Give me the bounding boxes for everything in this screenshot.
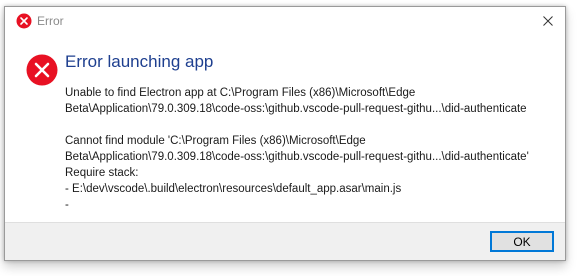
message-line: - xyxy=(65,199,69,211)
close-button[interactable] xyxy=(531,7,565,35)
title-bar[interactable]: Error xyxy=(5,7,565,35)
error-icon xyxy=(26,54,58,86)
message-line: Beta\Application\79.0.309.18\code-oss:\g… xyxy=(65,151,529,163)
close-icon xyxy=(543,16,553,26)
message-line: Unable to find Electron app at C:\Progra… xyxy=(65,87,416,99)
message-line: Cannot find module 'C:\Program Files (x8… xyxy=(65,135,366,147)
dialog-footer: OK xyxy=(5,222,565,260)
ok-button[interactable]: OK xyxy=(490,231,554,252)
message-line xyxy=(65,117,561,133)
message-line: - E:\dev\vscode\.build\electron\resource… xyxy=(65,183,402,195)
error-dialog-window: Error Error launching app Unable to find… xyxy=(4,6,566,261)
message-line: Require stack: xyxy=(65,167,139,179)
window-title: Error xyxy=(37,14,64,28)
dialog-message: Unable to find Electron app at C:\Progra… xyxy=(65,85,561,213)
message-line: Beta\Application\79.0.309.18\code-oss:\g… xyxy=(65,103,527,115)
dialog-heading: Error launching app xyxy=(65,52,214,71)
error-icon xyxy=(16,13,32,29)
